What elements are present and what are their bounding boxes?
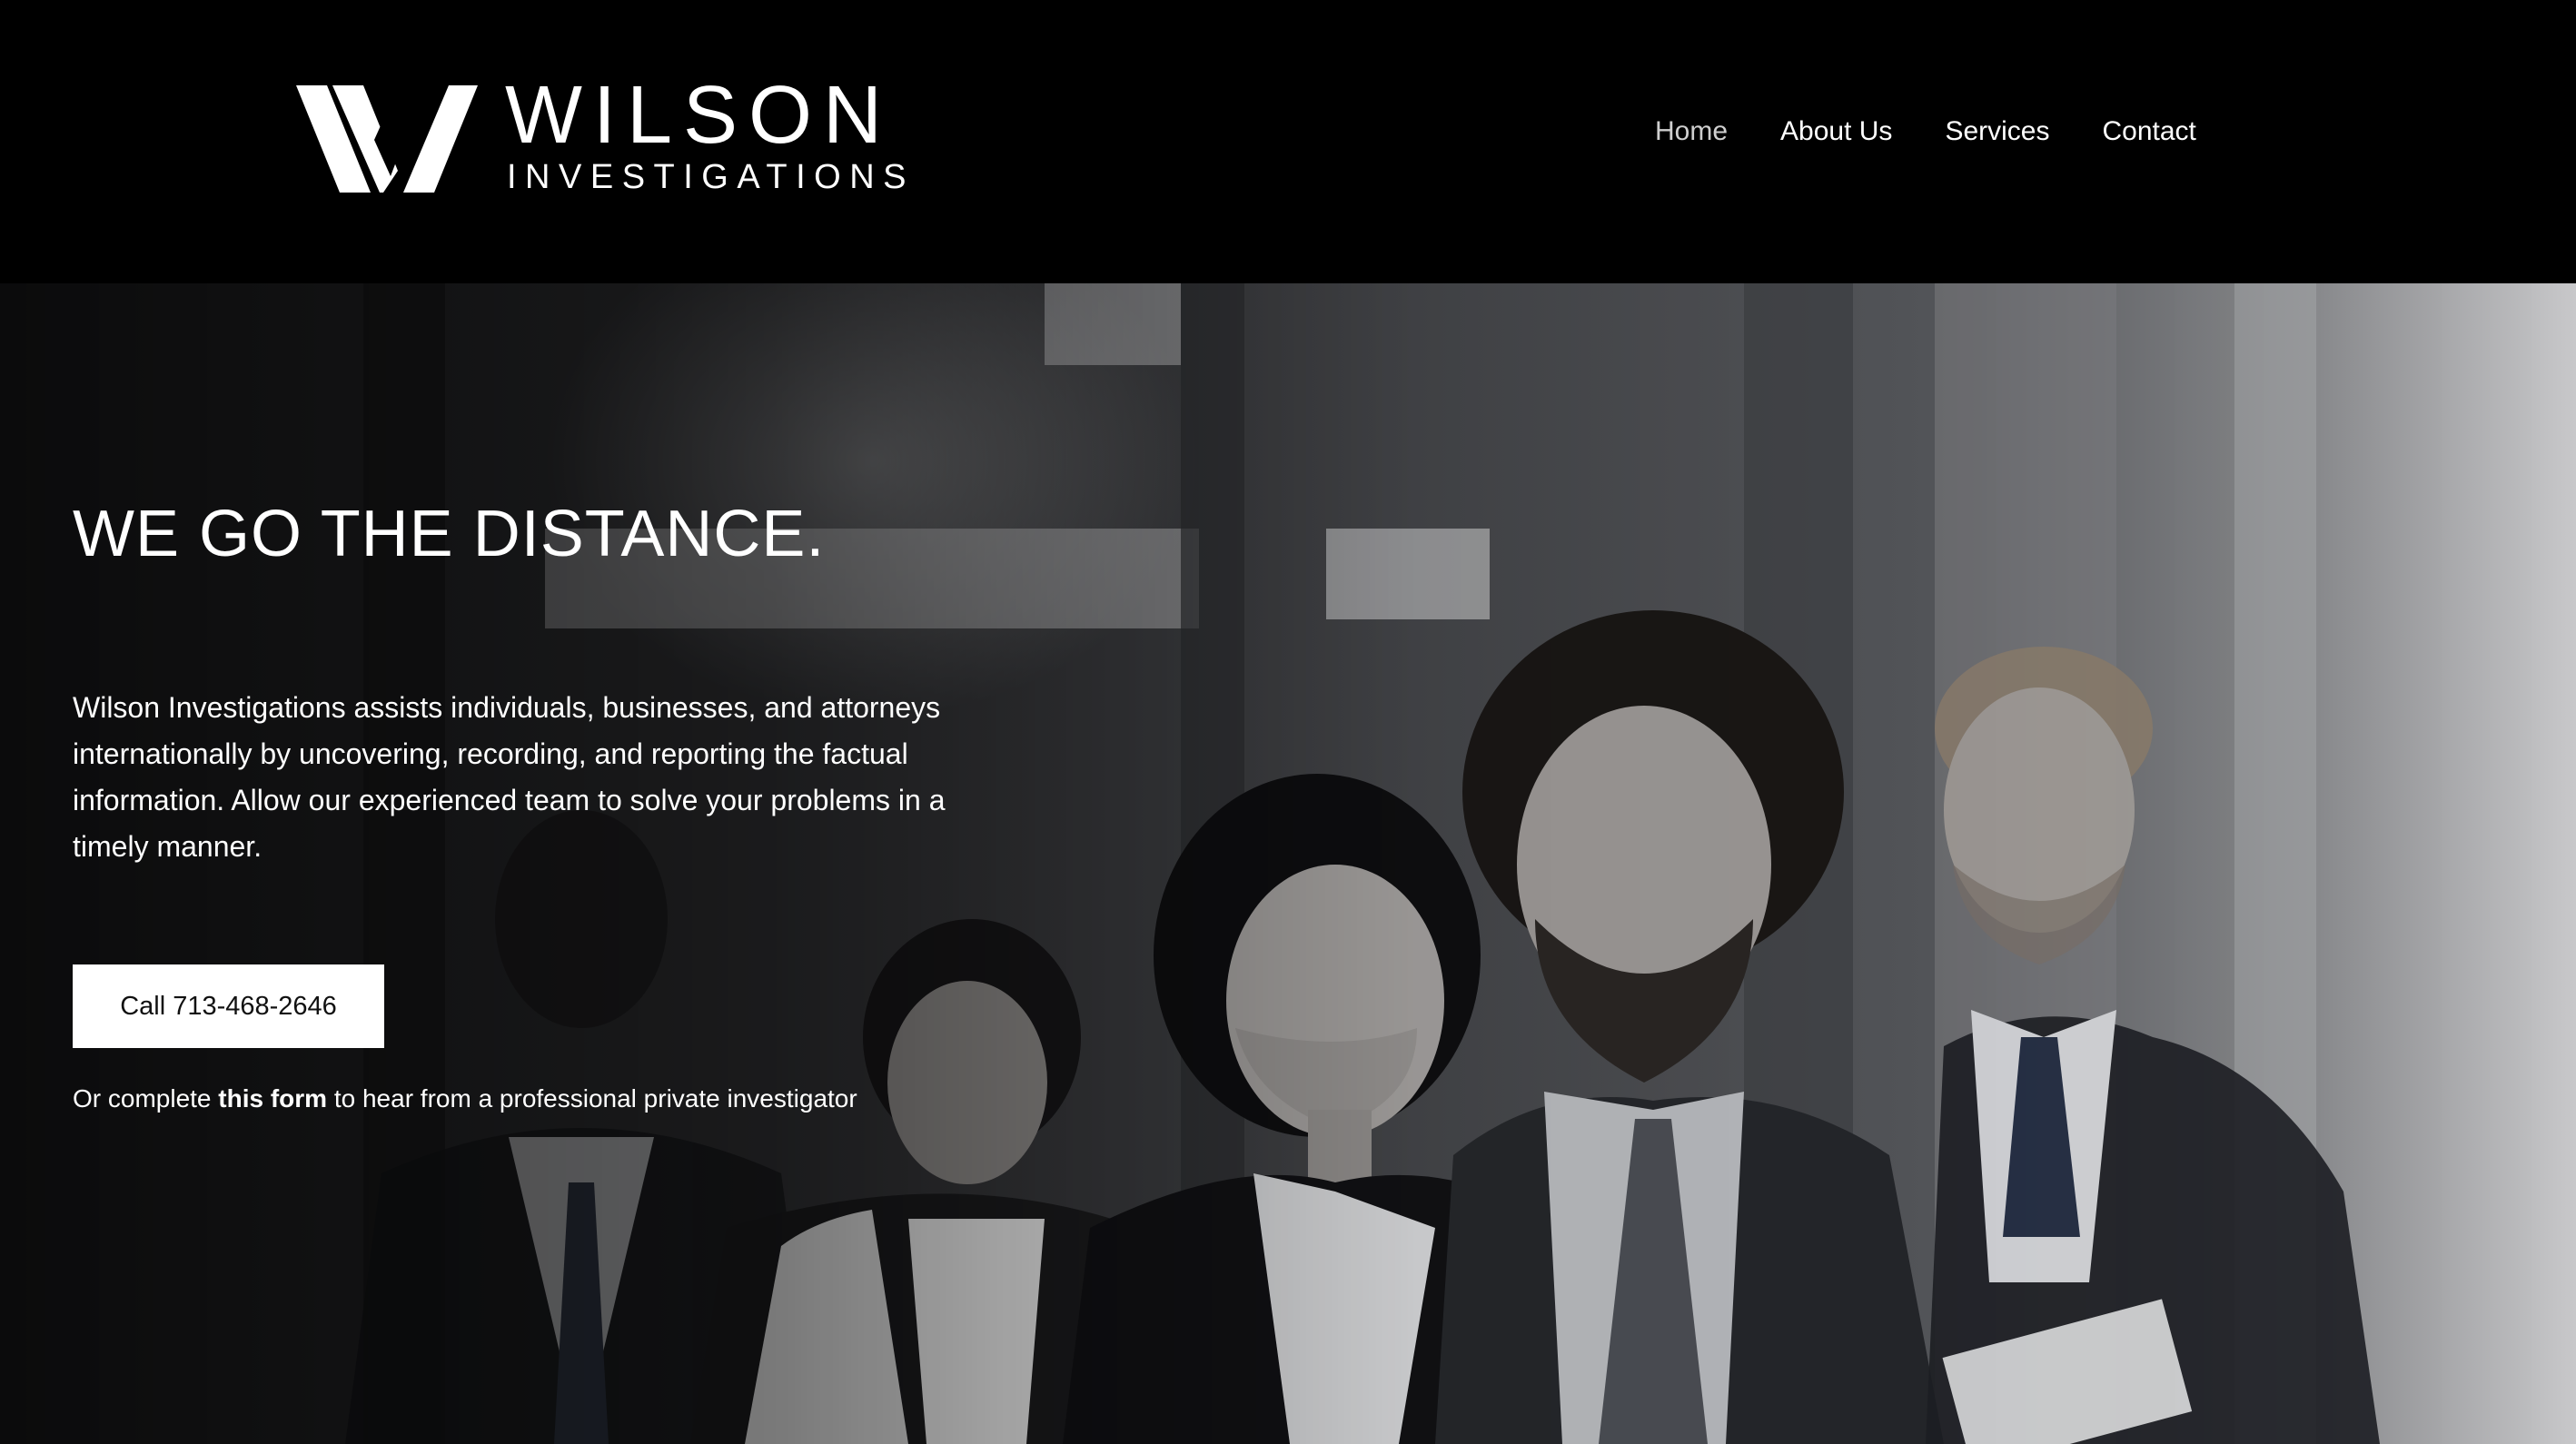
hero-section: WE GO THE DISTANCE. Wilson Investigation…: [0, 283, 2576, 1444]
call-button[interactable]: Call 713-468-2646: [73, 964, 384, 1048]
wilson-w-logo-icon: [296, 85, 478, 193]
logo-name: WILSON: [505, 70, 894, 161]
hero-title: WE GO THE DISTANCE.: [73, 498, 826, 570]
nav-about-us[interactable]: About Us: [1780, 116, 1892, 147]
main-nav: Home About Us Services Contact: [1655, 116, 2249, 147]
nav-contact[interactable]: Contact: [2102, 116, 2195, 147]
site-logo[interactable]: WILSON INVESTIGATIONS: [296, 74, 907, 198]
form-note-suffix: to hear from a professional private inve…: [333, 1084, 857, 1113]
site-header: WILSON INVESTIGATIONS Home About Us Serv…: [0, 0, 2576, 283]
page: WILSON INVESTIGATIONS Home About Us Serv…: [0, 0, 2576, 1444]
hero-description: Wilson Investigations assists individual…: [73, 691, 946, 863]
contact-form-link[interactable]: this form: [218, 1084, 327, 1113]
nav-services[interactable]: Services: [1945, 116, 2049, 147]
logo-subtitle: INVESTIGATIONS: [507, 158, 916, 196]
form-note-prefix: Or complete: [73, 1084, 212, 1113]
form-note: Or complete this form to hear from a pro…: [73, 1084, 857, 1113]
nav-home[interactable]: Home: [1655, 116, 1728, 147]
